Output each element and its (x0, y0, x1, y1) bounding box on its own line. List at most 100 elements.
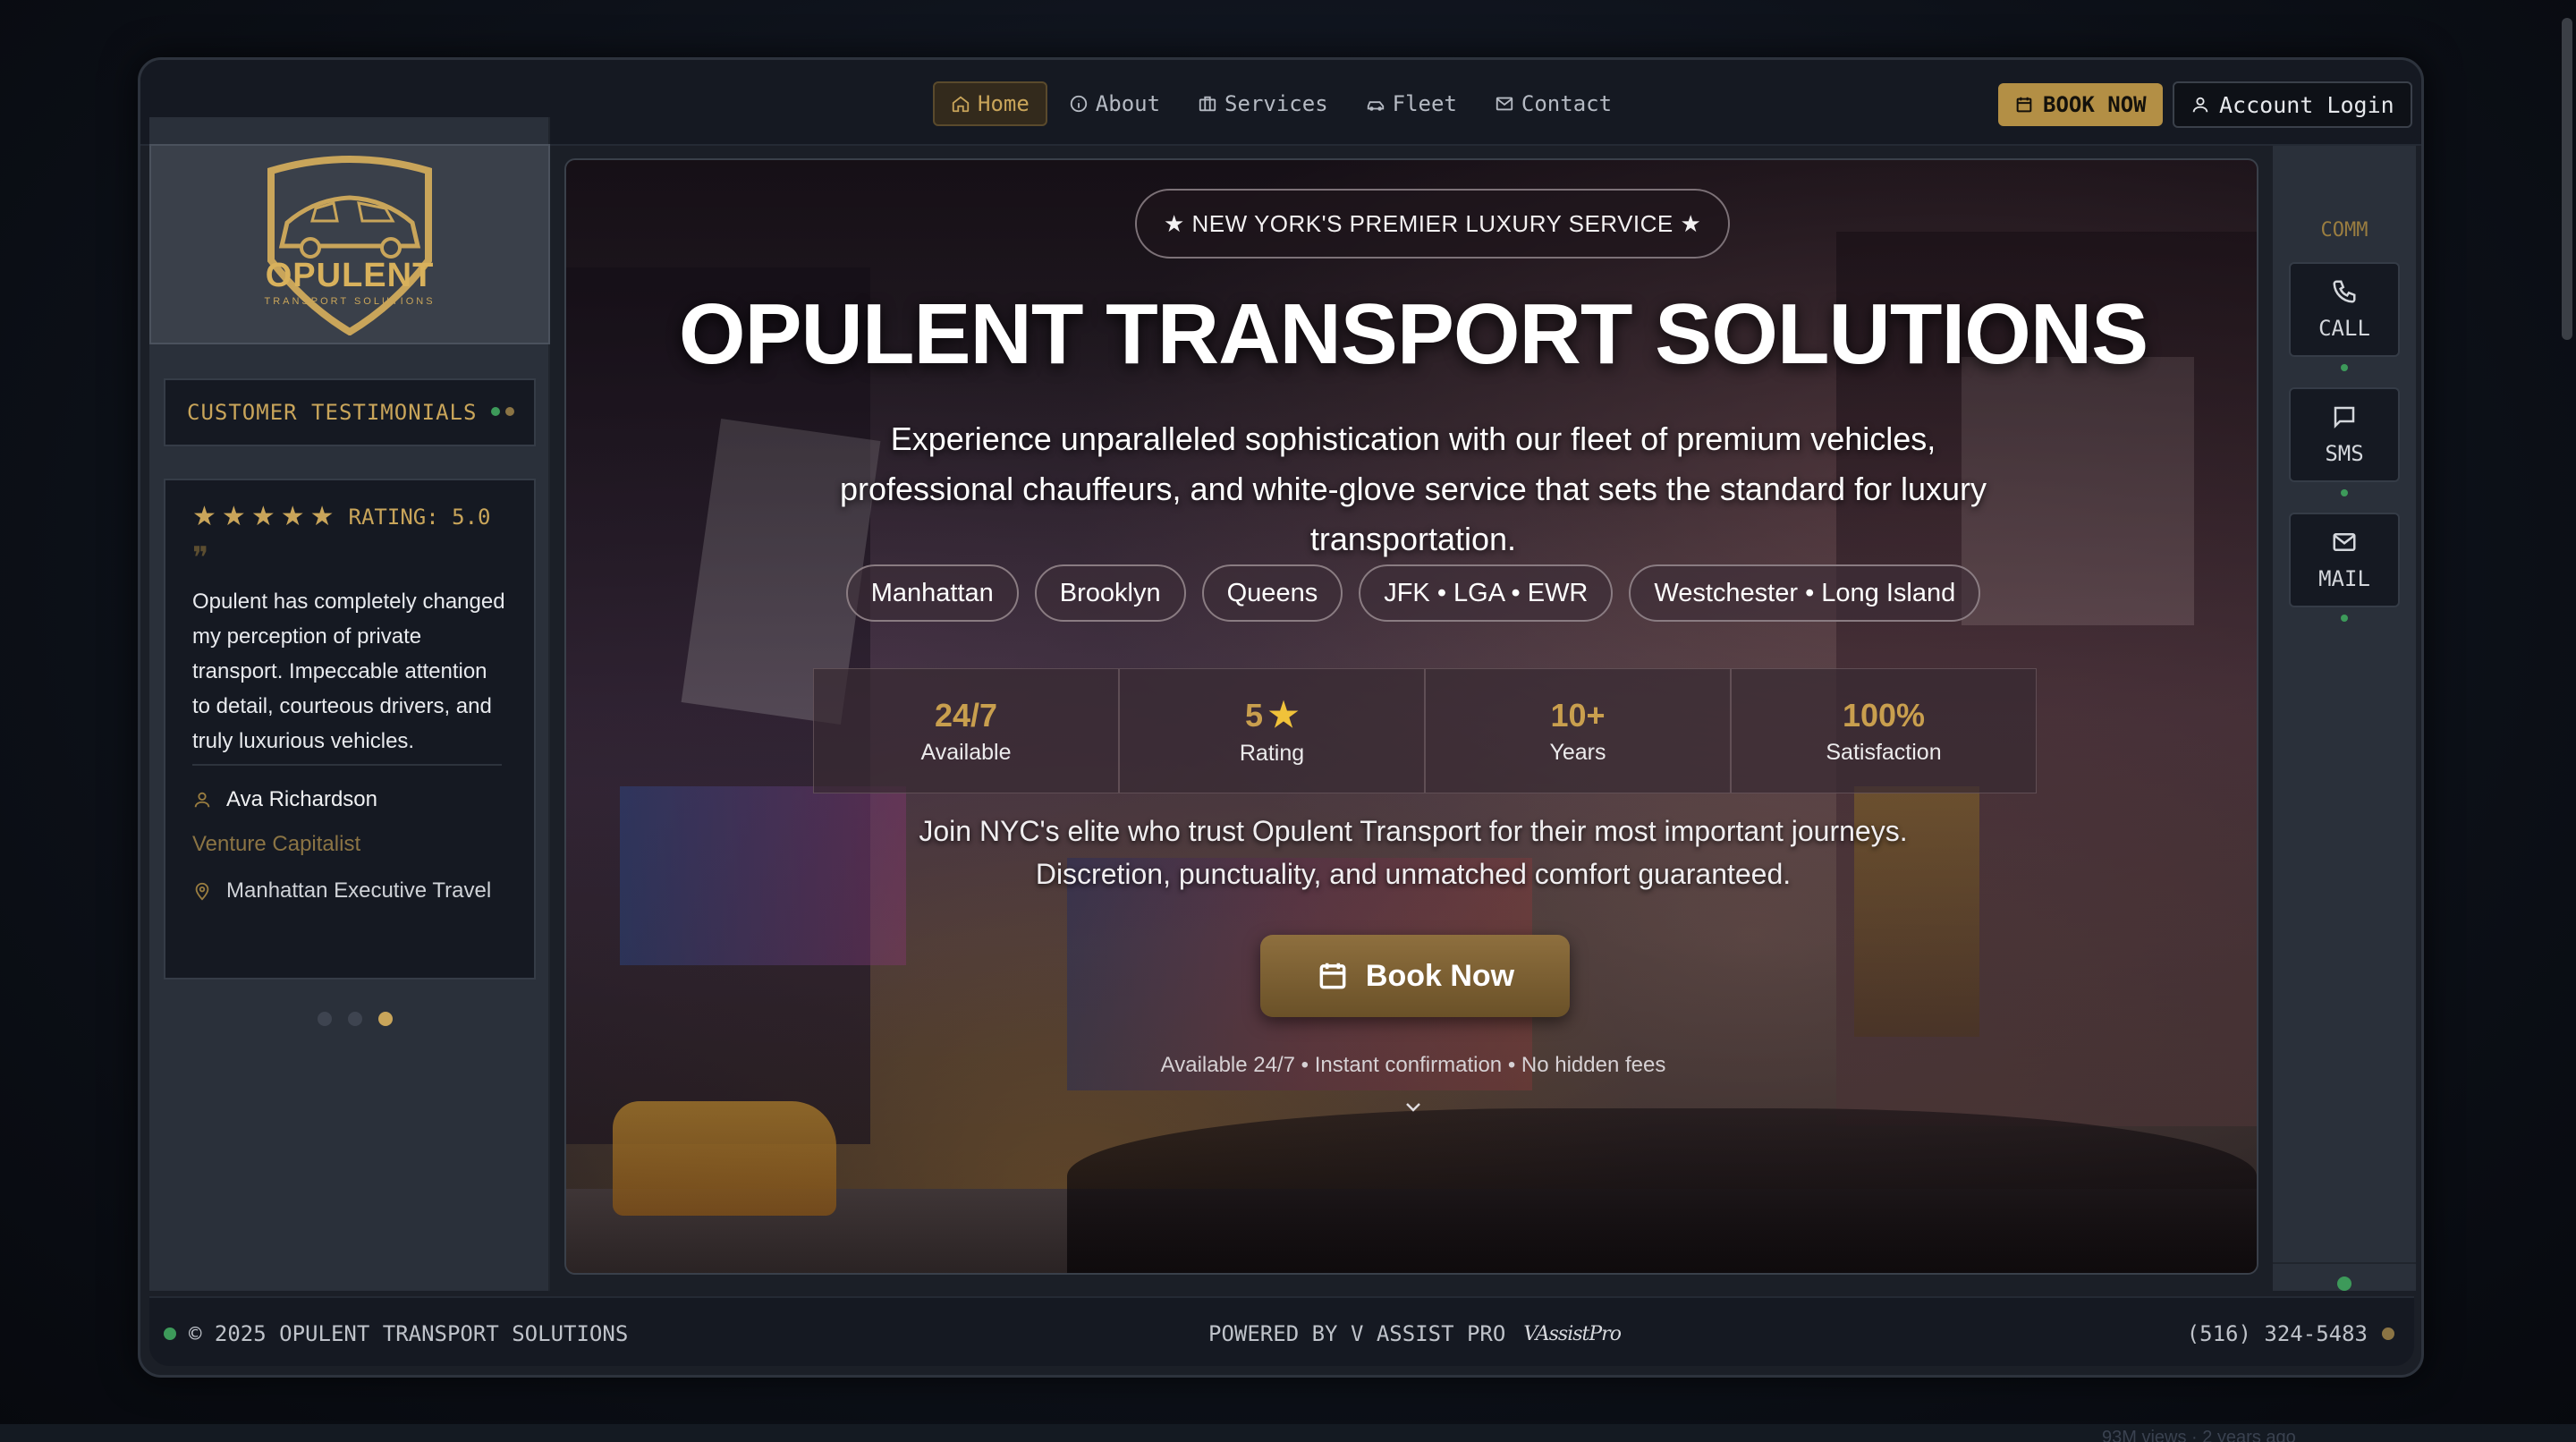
divider (2273, 1262, 2416, 1264)
testimonial-author: Ava Richardson (226, 787, 377, 811)
status-dot-gold (505, 407, 514, 416)
account-login-button[interactable]: Account Login (2173, 81, 2412, 128)
hero-section: ★ NEW YORK'S PREMIER LUXURY SERVICE ★ OP… (564, 158, 2258, 1275)
hero-title: OPULENT TRANSPORT SOLUTIONS (678, 286, 2148, 382)
app-window: Home About Services Fleet Contact BOOK N… (138, 57, 2424, 1378)
testimonial-card: ★ ★ ★ ★ ★ RATING: 5.0 ❞ Opulent has comp… (164, 479, 536, 980)
testimonial-pager (318, 1012, 393, 1026)
service-area-tags: Manhattan Brooklyn Queens JFK • LGA • EW… (566, 564, 2257, 622)
stat-label: Rating (1239, 741, 1305, 766)
testimonials-title: CUSTOMER TESTIMONIALS (187, 400, 478, 425)
account-login-label: Account Login (2219, 91, 2394, 118)
user-icon (2192, 97, 2208, 113)
status-dot-gold (2382, 1327, 2394, 1340)
area-tag[interactable]: JFK • LGA • EWR (1359, 564, 1614, 622)
nav-links: Home About Services Fleet Contact (933, 81, 1628, 126)
footer-phone[interactable]: (516) 324-5483 (2187, 1321, 2368, 1346)
hero-join-line-1: Join NYC's elite who trust Opulent Trans… (919, 815, 1908, 847)
mail-icon (2333, 533, 2356, 551)
nav-services[interactable]: Services (1182, 81, 1344, 126)
pager-dot-1[interactable] (318, 1012, 332, 1026)
info-icon (1070, 95, 1087, 113)
nav-fleet[interactable]: Fleet (1350, 81, 1473, 126)
pager-dot-2[interactable] (348, 1012, 362, 1026)
footer-powered-by[interactable]: POWERED BY V ASSIST PRO (1208, 1321, 1505, 1346)
nav-fleet-label: Fleet (1392, 91, 1457, 116)
mail-icon (1496, 97, 1513, 111)
stat-card: 24/7 Available (813, 668, 1119, 793)
area-tag[interactable]: Queens (1201, 564, 1343, 622)
call-button[interactable]: CALL (2289, 262, 2400, 357)
background-strip-text: 93M views · 2 years ago (2102, 1428, 2296, 1442)
divider (192, 764, 502, 766)
pager-dot-3[interactable] (378, 1012, 393, 1026)
hero-join-text: Join NYC's elite who trust Opulent Trans… (566, 810, 2257, 895)
nav-home-label: Home (978, 91, 1030, 116)
star-icon: ★ (192, 502, 216, 531)
mail-button[interactable]: MAIL (2289, 513, 2400, 607)
scroll-down-icon[interactable] (1402, 1096, 1424, 1117)
star-icon: ★ (221, 502, 246, 531)
nav-contact-label: Contact (1521, 91, 1613, 116)
calendar-icon (1319, 963, 1346, 989)
rating-label: RATING: 5.0 (348, 505, 491, 530)
logo-tagline: TRANSPORT SOLUTIONS (264, 296, 436, 307)
status-indicator (2341, 489, 2348, 496)
area-tag[interactable]: Westchester • Long Island (1629, 564, 1981, 622)
book-now-button[interactable]: BOOK NOW (1998, 83, 2163, 126)
stat-card: 100% Satisfaction (1731, 668, 2037, 793)
nav-services-label: Services (1224, 91, 1328, 116)
nav-home[interactable]: Home (933, 81, 1047, 126)
location-pin-icon (195, 882, 209, 901)
phone-icon (2333, 280, 2356, 303)
footer-copyright: © 2025 OPULENT TRANSPORT SOLUTIONS (189, 1321, 629, 1346)
hero-join-line-2: Discretion, punctuality, and unmatched c… (1035, 858, 1792, 890)
footer-center: POWERED BY V ASSIST PRO VAssistPro (1208, 1321, 1622, 1346)
book-now-label: BOOK NOW (2043, 92, 2147, 117)
testimonial-quote: Opulent has completely changed my percep… (192, 590, 505, 753)
testimonial-location-row: Manhattan Executive Travel (192, 878, 507, 903)
stat-card: 5 ★ Rating (1119, 668, 1425, 793)
mail-label: MAIL (2318, 566, 2370, 591)
area-tag[interactable]: Brooklyn (1034, 564, 1186, 622)
status-indicator (2341, 364, 2348, 371)
left-sidebar: OPULENT TRANSPORT SOLUTIONS CUSTOMER TES… (149, 117, 550, 1291)
status-dot-green (2337, 1277, 2351, 1291)
comm-label: COMM (2320, 219, 2368, 242)
sms-button[interactable]: SMS (2289, 387, 2400, 482)
shield-car-icon (267, 156, 432, 336)
stat-label: Years (1549, 739, 1606, 765)
stat-value: 10+ (1550, 696, 1606, 734)
stat-value: 100% (1842, 696, 1926, 734)
chevron-down-icon (1406, 1103, 1420, 1112)
hero-badge: ★ NEW YORK'S PREMIER LUXURY SERVICE ★ (1135, 189, 1731, 259)
testimonial-role: Venture Capitalist (192, 832, 361, 856)
nav-about-label: About (1095, 91, 1161, 116)
footer-left: © 2025 OPULENT TRANSPORT SOLUTIONS (164, 1321, 628, 1346)
vassist-logo[interactable]: VAssistPro (1523, 1323, 1622, 1345)
logo[interactable]: OPULENT TRANSPORT SOLUTIONS (149, 144, 550, 344)
testimonial-location: Manhattan Executive Travel (226, 878, 492, 903)
area-tag[interactable]: Manhattan (845, 564, 1019, 622)
user-icon (194, 792, 210, 808)
stat-label: Available (920, 739, 1012, 765)
scrollbar[interactable] (2562, 18, 2572, 340)
rating-row: ★ ★ ★ ★ ★ RATING: 5.0 (192, 504, 507, 530)
status-indicator (2341, 615, 2348, 622)
hero-description: Experience unparalleled sophistication w… (839, 420, 1987, 557)
message-icon (2334, 406, 2355, 429)
stat-card: 10+ Years (1425, 668, 1731, 793)
call-label: CALL (2318, 316, 2370, 341)
header-status-dots (491, 407, 514, 416)
hero-book-now-button[interactable]: Book Now (1260, 935, 1570, 1017)
hero-note: Available 24/7 • Instant confirmation • … (1160, 1053, 1666, 1077)
testimonial-author-row: Ava Richardson (192, 787, 507, 812)
nav-contact[interactable]: Contact (1479, 81, 1628, 126)
stat-value-row: 5 ★ (1245, 695, 1299, 735)
status-dot-green (491, 407, 500, 416)
footer-right: (516) 324-5483 (2187, 1321, 2394, 1346)
star-icon: ★ (309, 502, 335, 531)
logo-name: OPULENT (265, 257, 435, 294)
nav-about[interactable]: About (1053, 81, 1176, 126)
calendar-icon (2016, 97, 2032, 113)
